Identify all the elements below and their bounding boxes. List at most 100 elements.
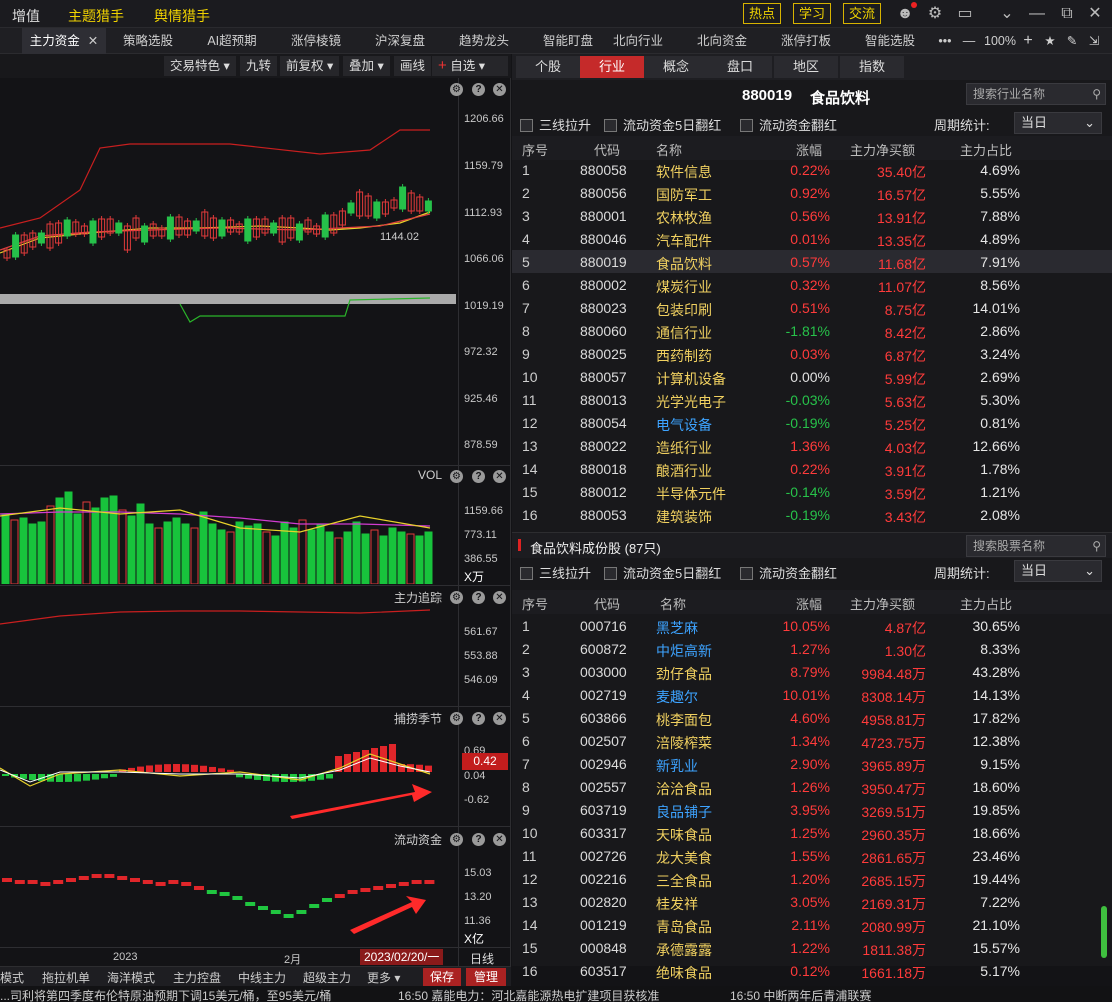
table-row[interactable]: 6 002507 涪陵榨菜 1.34% 4723.75万 12.38% <box>512 729 1112 752</box>
help-icon[interactable]: ? <box>472 712 485 725</box>
table-row[interactable]: 3 003000 劲仔食品 8.79% 9984.48万 43.28% <box>512 660 1112 683</box>
gear-icon[interactable]: ⚙ <box>450 712 463 725</box>
chat-button[interactable]: 交流 <box>843 3 882 24</box>
table-row[interactable]: 8 002557 洽洽食品 1.26% 3950.47万 18.60% <box>512 775 1112 798</box>
close-icon[interactable]: ✕ <box>88 34 98 48</box>
zoom-in-icon[interactable]: + <box>1020 28 1036 54</box>
col-change[interactable]: 涨幅 <box>796 594 822 613</box>
col-code[interactable]: 代码 <box>594 594 620 613</box>
help-icon[interactable]: ? <box>472 470 485 483</box>
ticker-item[interactable]: ...司利将第四季度布伦特原油预期下调15美元/桶，至95美元/桶 <box>0 987 331 1002</box>
price-chart[interactable]: 1144.02 <box>0 78 458 466</box>
volume-chart[interactable] <box>0 484 458 584</box>
table-row[interactable]: 11 002726 龙大美食 1.55% 2861.65万 23.46% <box>512 844 1112 867</box>
search-icon[interactable]: ⚲ <box>1092 84 1101 104</box>
period-select[interactable]: 当日 ⌄ <box>1014 560 1102 582</box>
draw-line-button[interactable]: 画线 <box>394 56 432 76</box>
col-net-buy[interactable]: 主力净买额 <box>850 140 915 159</box>
tab-main-capital[interactable]: 主力资金 ✕ <box>22 28 106 54</box>
more-dropdown[interactable]: 更多 ▾ <box>367 969 400 986</box>
tab-region[interactable]: 地区 <box>774 56 838 78</box>
save-button[interactable]: 保存 <box>423 968 461 986</box>
learn-button[interactable]: 学习 <box>793 3 832 24</box>
table-row[interactable]: 16 880053 建筑装饰 -0.19% 3.43亿 2.08% <box>512 503 1112 526</box>
filter-checkbox-triple[interactable]: 三线拉升 <box>520 563 591 582</box>
table-row[interactable]: 13 002820 桂发祥 3.05% 2169.31万 7.22% <box>512 890 1112 913</box>
tab-stock[interactable]: 个股 <box>516 56 580 78</box>
tab-review[interactable]: 沪深复盘 <box>358 28 442 54</box>
indicator-control[interactable]: 主力控盘 <box>173 969 221 986</box>
manage-button[interactable]: 管理 <box>466 968 506 986</box>
table-row[interactable]: 4 880046 汽车配件 0.01% 13.35亿 4.89% <box>512 227 1112 250</box>
filter-checkbox-red[interactable]: 流动资金翻红 <box>740 563 837 582</box>
pen-icon[interactable]: ✎ <box>1064 28 1080 54</box>
col-name[interactable]: 名称 <box>660 594 686 613</box>
col-index[interactable]: 序号 <box>522 594 548 613</box>
table-row[interactable]: 2 600872 中炬高新 1.27% 1.30亿 8.33% <box>512 637 1112 660</box>
table-row[interactable]: 5 603866 桃李面包 4.60% 4958.81万 17.82% <box>512 706 1112 729</box>
adjust-dropdown[interactable]: 前复权 ▾ <box>280 56 340 76</box>
close-icon[interactable]: ✕ <box>1084 3 1106 25</box>
ticker-item[interactable]: 16:50 嘉能电力：河北嘉能源热电扩建项目获核准 <box>398 987 659 1002</box>
gear-icon[interactable]: ⚙ <box>924 3 946 25</box>
table-row[interactable]: 2 880056 国防军工 0.92% 16.57亿 5.55% <box>512 181 1112 204</box>
tab-index[interactable]: 指数 <box>840 56 904 78</box>
table-row[interactable]: 13 880022 造纸行业 1.36% 4.03亿 12.66% <box>512 434 1112 457</box>
tab-concept[interactable]: 概念 <box>644 56 708 78</box>
tab-ai[interactable]: AI超预期 <box>190 28 274 54</box>
table-row[interactable]: 4 002719 麦趣尔 10.01% 8308.14万 14.13% <box>512 683 1112 706</box>
star-icon[interactable]: ★ <box>1042 28 1058 54</box>
close-icon[interactable]: ✕ <box>493 470 506 483</box>
window-layout-icon[interactable]: ▭ <box>954 3 976 25</box>
table-row[interactable]: 8 880060 通信行业 -1.81% 8.42亿 2.86% <box>512 319 1112 342</box>
watchlist-button[interactable]: + 自选 ▾ <box>432 56 508 76</box>
hot-button[interactable]: 热点 <box>743 3 782 24</box>
table-row[interactable]: 3 880001 农林牧渔 0.56% 13.91亿 7.88% <box>512 204 1112 227</box>
table-row[interactable]: 1 880058 软件信息 0.22% 35.40亿 4.69% <box>512 158 1112 181</box>
gear-icon[interactable]: ⚙ <box>450 591 463 604</box>
table-row[interactable]: 10 880057 计算机设备 0.00% 5.99亿 2.69% <box>512 365 1112 388</box>
col-ratio[interactable]: 主力占比 <box>960 594 1012 613</box>
tab-strategy[interactable]: 策略选股 <box>106 28 190 54</box>
table-row[interactable]: 1 000716 黑芝麻 10.05% 4.87亿 30.65% <box>512 614 1112 637</box>
minimize-icon[interactable]: — <box>1026 3 1048 25</box>
help-icon[interactable]: ? <box>472 833 485 846</box>
filter-checkbox-5day[interactable]: 流动资金5日翻红 <box>604 563 721 582</box>
indicator-ocean[interactable]: 海洋模式 <box>107 969 155 986</box>
col-index[interactable]: 序号 <box>522 140 548 159</box>
tab-limitup-board[interactable]: 涨停打板 <box>764 28 848 54</box>
indicator-mode[interactable]: 模式 <box>0 969 24 986</box>
table-row[interactable]: 7 002946 新乳业 2.90% 3965.89万 9.15% <box>512 752 1112 775</box>
close-icon[interactable]: ✕ <box>493 591 506 604</box>
gear-icon[interactable]: ⚙ <box>450 470 463 483</box>
tab-industry[interactable]: 行业 <box>580 56 644 78</box>
close-icon[interactable]: ✕ <box>493 712 506 725</box>
col-net-buy[interactable]: 主力净买额 <box>850 594 915 613</box>
filter-checkbox-5day[interactable]: 流动资金5日翻红 <box>604 115 721 134</box>
tab-north-capital[interactable]: 北向资金 <box>680 28 764 54</box>
filter-checkbox-triple[interactable]: 三线拉升 <box>520 115 591 134</box>
indicator-midline[interactable]: 中线主力 <box>238 969 286 986</box>
table-row[interactable]: 12 002216 三全食品 1.20% 2685.15万 19.44% <box>512 867 1112 890</box>
table-row[interactable]: 5 880019 食品饮料 0.57% 11.68亿 7.91% <box>512 250 1112 273</box>
restore-icon[interactable]: ⧉ <box>1056 3 1078 25</box>
tab-north-industry[interactable]: 北向行业 <box>610 28 666 54</box>
col-name[interactable]: 名称 <box>656 140 682 159</box>
indicator-tractor[interactable]: 拖拉机单 <box>42 969 90 986</box>
nine-turn-button[interactable]: 九转 <box>240 56 278 76</box>
pin-icon[interactable]: ⇲ <box>1086 28 1102 54</box>
tab-orderbook[interactable]: 盘口 <box>708 56 772 78</box>
chevron-down-icon[interactable]: ⌄ <box>996 3 1018 25</box>
col-ratio[interactable]: 主力占比 <box>960 140 1012 159</box>
table-row[interactable]: 6 880002 煤炭行业 0.32% 11.07亿 8.56% <box>512 273 1112 296</box>
indicator-super[interactable]: 超级主力 <box>303 969 351 986</box>
table-row[interactable]: 15 880012 半导体元件 -0.14% 3.59亿 1.21% <box>512 480 1112 503</box>
industry-search-input[interactable]: 搜索行业名称 ⚲ <box>966 83 1106 105</box>
search-icon[interactable]: ⚲ <box>1092 536 1101 556</box>
table-row[interactable]: 14 880018 酿酒行业 0.22% 3.91亿 1.78% <box>512 457 1112 480</box>
table-row[interactable]: 9 603719 良品铺子 3.95% 3269.51万 19.85% <box>512 798 1112 821</box>
more-icon[interactable]: ••• <box>936 28 954 54</box>
table-row[interactable]: 14 001219 青岛食品 2.11% 2080.99万 21.10% <box>512 913 1112 936</box>
stock-search-input[interactable]: 搜索股票名称 ⚲ <box>966 535 1106 557</box>
table-row[interactable]: 15 000848 承德露露 1.22% 1811.38万 15.57% <box>512 936 1112 959</box>
